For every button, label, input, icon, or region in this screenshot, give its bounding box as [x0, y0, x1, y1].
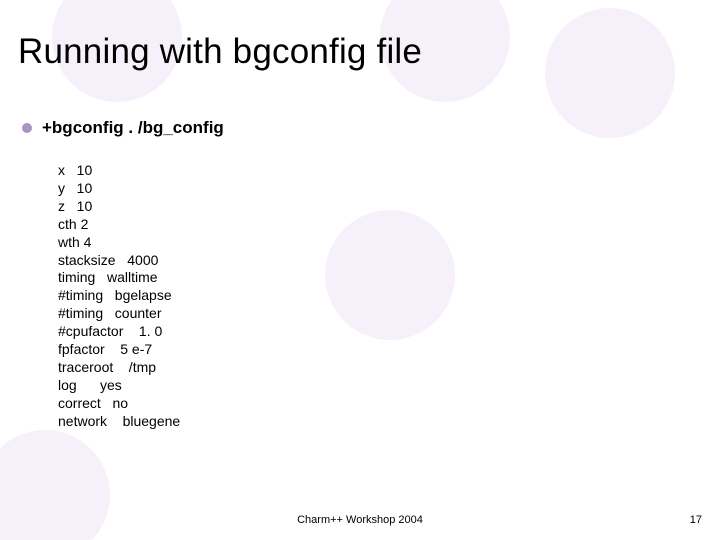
bullet-icon [22, 123, 32, 133]
config-file-contents: x 10 y 10 z 10 cth 2 wth 4 stacksize 400… [58, 162, 180, 431]
slide-title: Running with bgconfig file [18, 32, 422, 72]
config-line: #cpufactor 1. 0 [58, 323, 180, 341]
bullet-item: +bgconfig . /bg_config [22, 118, 224, 138]
config-line: timing walltime [58, 269, 180, 287]
footer-text: Charm++ Workshop 2004 [0, 514, 720, 526]
page-number: 17 [690, 514, 702, 526]
config-line: network bluegene [58, 413, 180, 431]
config-line: #timing bgelapse [58, 287, 180, 305]
bullet-label: +bgconfig . /bg_config [42, 118, 224, 138]
decorative-circle [545, 8, 675, 138]
config-line: wth 4 [58, 234, 180, 252]
config-line: cth 2 [58, 216, 180, 234]
config-line: fpfactor 5 e-7 [58, 341, 180, 359]
config-line: #timing counter [58, 305, 180, 323]
config-line: stacksize 4000 [58, 252, 180, 270]
config-line: x 10 [58, 162, 180, 180]
config-line: log yes [58, 377, 180, 395]
config-line: y 10 [58, 180, 180, 198]
config-line: traceroot /tmp [58, 359, 180, 377]
config-line: z 10 [58, 198, 180, 216]
decorative-circle [325, 210, 455, 340]
config-line: correct no [58, 395, 180, 413]
